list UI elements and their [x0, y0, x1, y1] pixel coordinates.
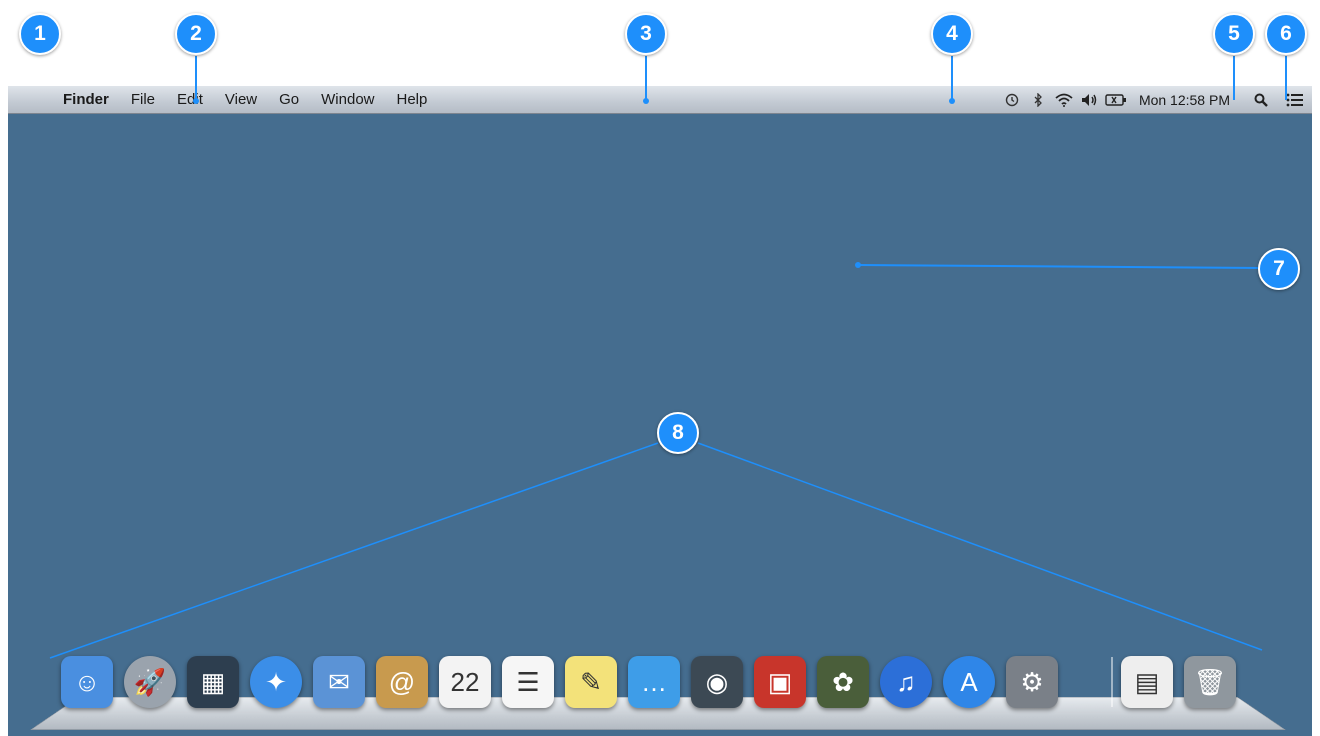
callout-8: 8: [657, 412, 699, 454]
screen: Finder File Edit View Go Window Help Mon…: [0, 0, 1320, 736]
callout-lines: [49, 56, 1287, 659]
callout-3: 3: [625, 13, 667, 55]
callout-1: 1: [19, 13, 61, 55]
callout-6: 6: [1265, 13, 1307, 55]
callout-4: 4: [931, 13, 973, 55]
callout-7: 7: [1258, 248, 1300, 290]
callout-5: 5: [1213, 13, 1255, 55]
callout-2: 2: [175, 13, 217, 55]
